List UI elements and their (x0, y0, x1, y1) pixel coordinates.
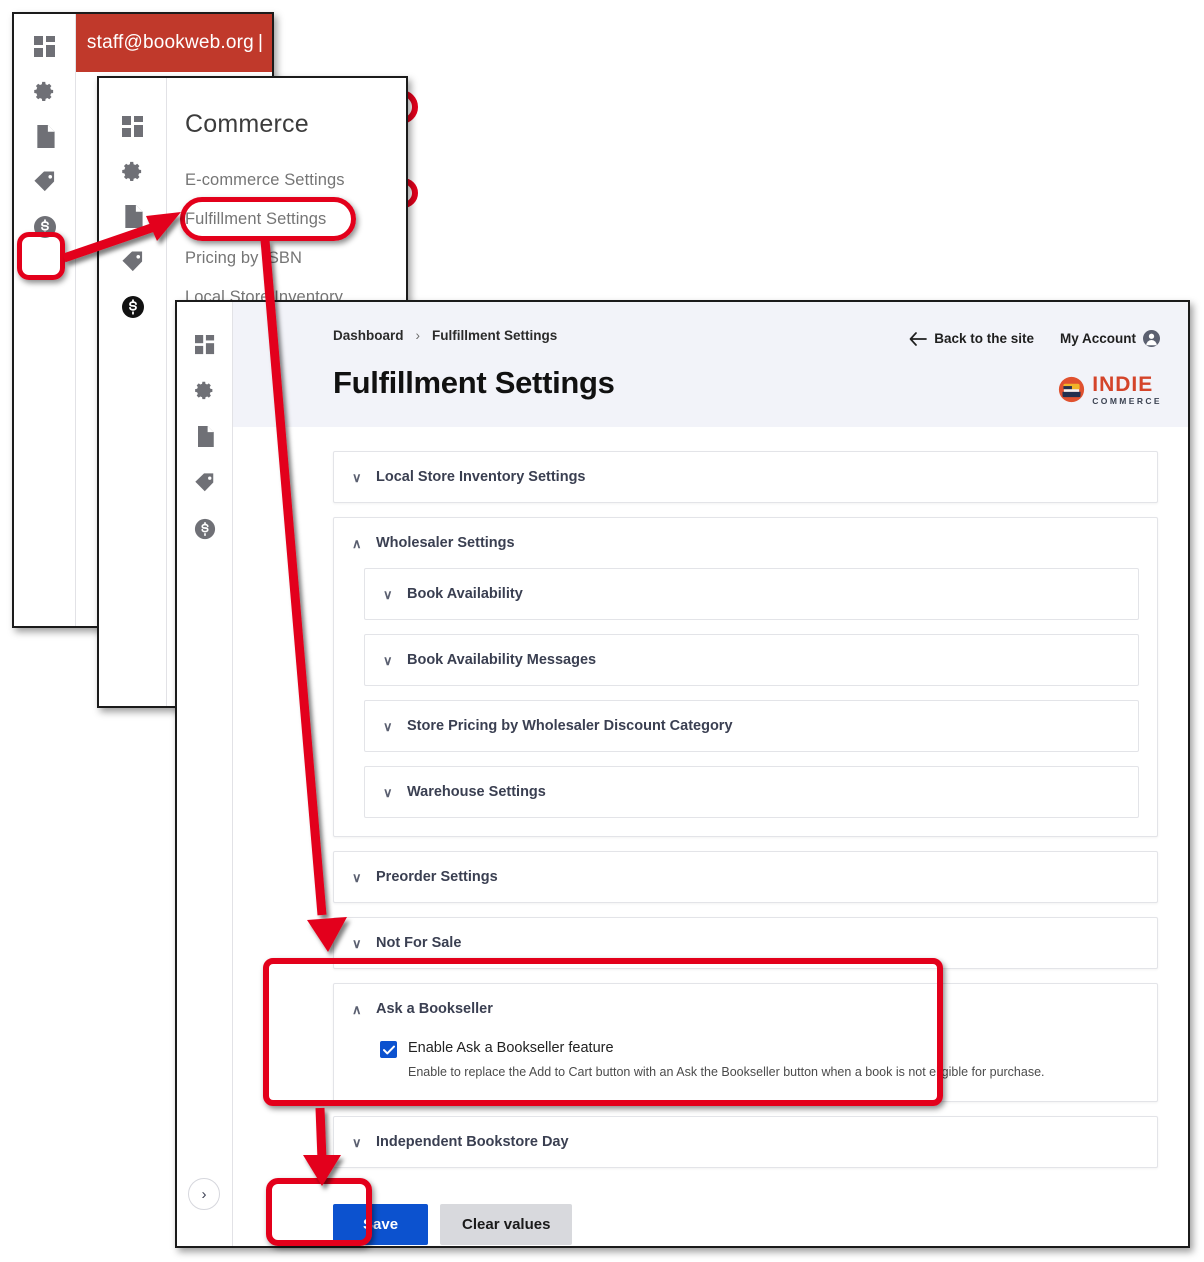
dollar-circle-icon[interactable] (33, 215, 57, 239)
accordion-local-store-inventory-settings[interactable]: ∨ Local Store Inventory Settings (333, 451, 1158, 503)
page-title: Fulfillment Settings (333, 365, 615, 400)
page-header: Dashboard › Fulfillment Settings Back to… (233, 302, 1188, 427)
chevron-down-icon: ∨ (352, 469, 362, 485)
avatar-icon (1143, 330, 1160, 347)
menu-item-fulfillment-settings[interactable]: Fulfillment Settings (185, 200, 406, 239)
gear-icon[interactable] (33, 80, 56, 103)
gear-icon[interactable] (194, 380, 215, 401)
accordion-header[interactable]: ∧ Wholesaler Settings (334, 518, 1157, 568)
page-icon[interactable] (35, 125, 55, 148)
brand-text: INDIE COMMERCE (1092, 374, 1162, 406)
user-caret: | (257, 32, 264, 53)
dashboard-grid-icon[interactable] (194, 335, 215, 355)
form-actions: Save Clear values (233, 1182, 1188, 1245)
accordion-header[interactable]: ∨ Preorder Settings (334, 852, 1157, 902)
tag-icon[interactable] (121, 250, 144, 273)
screenshot-stage: staff@bookweb.org | Commerce E-commerce … (0, 0, 1204, 1262)
accordion-header[interactable]: ∨ Warehouse Settings (365, 767, 1138, 817)
dashboard-grid-icon[interactable] (33, 36, 56, 58)
checkbox-description: Enable to replace the Add to Cart button… (408, 1065, 1045, 1079)
dashboard-grid-icon[interactable] (121, 116, 144, 138)
accordion-book-availability-messages[interactable]: ∨ Book Availability Messages (364, 634, 1139, 686)
tag-icon[interactable] (33, 170, 56, 193)
menu-item-ecommerce-settings[interactable]: E-commerce Settings (185, 161, 406, 200)
accordion-ask-a-bookseller[interactable]: ∧ Ask a Bookseller Enable Ask a Booksell… (333, 983, 1158, 1102)
window-fulfillment-settings: › Dashboard › Fulfillment Settings Back … (175, 300, 1190, 1248)
accordion-header[interactable]: ∨ Book Availability (365, 569, 1138, 619)
back-to-site-label: Back to the site (934, 331, 1034, 346)
chevron-down-icon: ∨ (383, 652, 393, 668)
accordion-header[interactable]: ∨ Store Pricing by Wholesaler Discount C… (365, 701, 1138, 751)
my-account-button[interactable]: My Account (1060, 330, 1160, 347)
accordion-label: Book Availability (407, 586, 523, 602)
accordion-preorder-settings[interactable]: ∨ Preorder Settings (333, 851, 1158, 903)
gear-icon[interactable] (121, 160, 144, 183)
chevron-down-icon: ∨ (352, 935, 362, 951)
chevron-down-icon: ∨ (352, 1134, 362, 1150)
accordion-header[interactable]: ∧ Ask a Bookseller (334, 984, 1157, 1034)
window3-content: Dashboard › Fulfillment Settings Back to… (233, 302, 1188, 1246)
page-icon[interactable] (123, 205, 143, 228)
accordion-label: Warehouse Settings (407, 784, 546, 800)
chevron-down-icon: ∨ (383, 784, 393, 800)
accordion-label: Not For Sale (376, 935, 462, 951)
breadcrumb-dashboard[interactable]: Dashboard (333, 328, 404, 343)
my-account-label: My Account (1059, 331, 1136, 346)
user-email-label: staff@bookweb.org (86, 32, 254, 53)
brand-sub: COMMERCE (1092, 396, 1162, 406)
indie-book-icon (1059, 377, 1085, 403)
sidebar-expand-button[interactable]: › (188, 1178, 220, 1210)
sidebar-rail-window1[interactable] (14, 14, 76, 626)
checkbox-label: Enable Ask a Bookseller feature (408, 1040, 614, 1056)
menu-title: Commerce (185, 110, 309, 138)
chevron-up-icon: ∧ (352, 535, 362, 551)
breadcrumb-current: Fulfillment Settings (432, 328, 558, 343)
accordion-wholesaler-settings[interactable]: ∧ Wholesaler Settings ∨ Book Availabilit… (333, 517, 1158, 837)
accordion-label: Local Store Inventory Settings (376, 469, 586, 485)
accordion-store-pricing-by-wholesaler-discount-category[interactable]: ∨ Store Pricing by Wholesaler Discount C… (364, 700, 1139, 752)
clear-values-button[interactable]: Clear values (440, 1204, 573, 1245)
page-icon[interactable] (196, 426, 214, 447)
sidebar-rail-window2[interactable] (99, 78, 167, 706)
accordion-independent-bookstore-day[interactable]: ∨ Independent Bookstore Day (333, 1116, 1158, 1168)
user-account-bar[interactable]: staff@bookweb.org | (76, 14, 272, 72)
accordion-label: Book Availability Messages (407, 652, 597, 668)
checkbox-checked-icon[interactable] (380, 1041, 397, 1058)
menu-item-pricing-by-isbn[interactable]: Pricing by ISBN (185, 239, 406, 278)
enable-ask-a-bookseller-row[interactable]: Enable Ask a Bookseller feature (380, 1040, 1139, 1058)
arrow-left-icon (909, 331, 928, 346)
accordion-label: Wholesaler Settings (376, 535, 515, 551)
save-button[interactable]: Save (333, 1204, 429, 1245)
accordion-book-availability[interactable]: ∨ Book Availability (364, 568, 1139, 620)
accordion-warehouse-settings[interactable]: ∨ Warehouse Settings (364, 766, 1139, 818)
accordion-label: Independent Bookstore Day (376, 1134, 569, 1150)
tag-icon[interactable] (194, 472, 215, 493)
chevron-up-icon: ∧ (352, 1001, 362, 1017)
accordion-header[interactable]: ∨ Not For Sale (334, 918, 1157, 968)
dollar-circle-icon[interactable] (194, 518, 216, 540)
header-actions: Back to the site My Account (909, 330, 1160, 347)
settings-accordion-list: ∨ Local Store Inventory Settings ∧ Whole… (233, 427, 1188, 1168)
accordion-label: Preorder Settings (376, 869, 498, 885)
accordion-header[interactable]: ∨ Independent Bookstore Day (334, 1117, 1157, 1167)
wholesaler-subsections: ∨ Book Availability ∨ Book Availability … (334, 568, 1157, 836)
ask-a-bookseller-body: Enable Ask a Bookseller feature Enable t… (334, 1034, 1157, 1101)
chevron-down-icon: ∨ (352, 869, 362, 885)
chevron-down-icon: ∨ (383, 718, 393, 734)
brand-main: INDIE (1092, 373, 1154, 396)
indie-commerce-logo: INDIE COMMERCE (1058, 374, 1162, 406)
breadcrumb-separator: › (415, 328, 421, 343)
back-to-site-button[interactable]: Back to the site (909, 331, 1034, 346)
accordion-header[interactable]: ∨ Book Availability Messages (365, 635, 1138, 685)
accordion-header[interactable]: ∨ Local Store Inventory Settings (334, 452, 1157, 502)
dollar-circle-icon-active[interactable] (121, 295, 145, 319)
accordion-label: Ask a Bookseller (376, 1001, 493, 1017)
chevron-down-icon: ∨ (383, 586, 393, 602)
accordion-label: Store Pricing by Wholesaler Discount Cat… (407, 718, 733, 734)
sidebar-rail-window3[interactable]: › (177, 302, 233, 1246)
accordion-not-for-sale[interactable]: ∨ Not For Sale (333, 917, 1158, 969)
